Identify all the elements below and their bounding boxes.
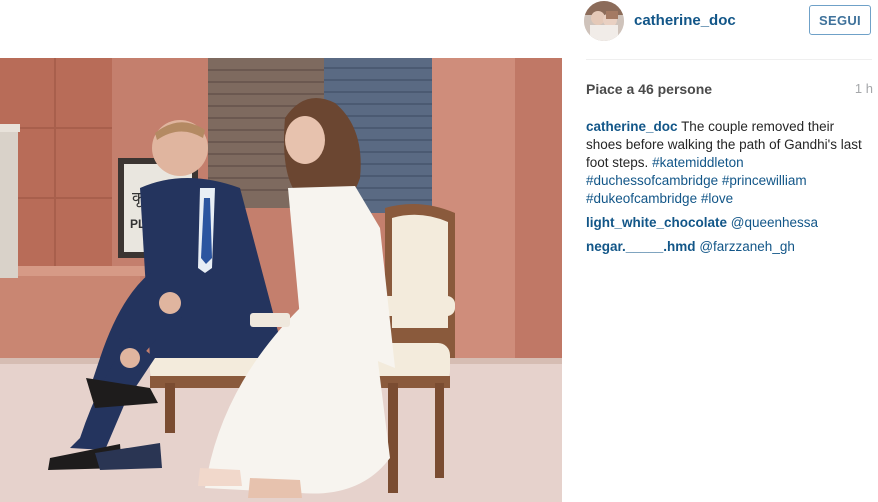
caption-comment: catherine_doc The couple removed their s… xyxy=(586,118,870,208)
comments-list: catherine_doc The couple removed their s… xyxy=(586,118,870,262)
post-username[interactable]: catherine_doc xyxy=(634,12,736,29)
comment-username[interactable]: negar._____.hmd xyxy=(586,239,696,254)
divider xyxy=(586,59,872,60)
post-timestamp: 1 h xyxy=(854,81,873,96)
hashtag-link[interactable]: #dukeofcambridge xyxy=(586,191,697,206)
comment-item: light_white_chocolate @queenhessa xyxy=(586,214,870,232)
avatar[interactable] xyxy=(584,1,624,41)
post-photo-illustration: कृपया PLEASE xyxy=(0,58,562,502)
comment-username[interactable]: catherine_doc xyxy=(586,119,678,134)
post-details-panel: catherine_doc SEGUI Piace a 46 persone 1… xyxy=(570,0,878,502)
hashtag-link[interactable]: #katemiddleton xyxy=(652,155,744,170)
comment-username[interactable]: light_white_chocolate xyxy=(586,215,727,230)
hashtag-link[interactable]: #duchessofcambridge xyxy=(586,173,718,188)
hashtag-link[interactable]: #princewilliam xyxy=(722,173,807,188)
mention-link[interactable]: @farzzaneh_gh xyxy=(699,239,795,254)
hashtag-link[interactable]: #love xyxy=(701,191,733,206)
mention-link[interactable]: @queenhessa xyxy=(731,215,818,230)
post-header: catherine_doc SEGUI xyxy=(570,0,878,42)
comment-item: negar._____.hmd @farzzaneh_gh xyxy=(586,238,870,256)
post-photo[interactable]: कृपया PLEASE xyxy=(0,58,562,502)
likes-count[interactable]: Piace a 46 persone xyxy=(586,81,712,97)
follow-button[interactable]: SEGUI xyxy=(809,5,871,35)
avatar-image xyxy=(584,1,624,41)
